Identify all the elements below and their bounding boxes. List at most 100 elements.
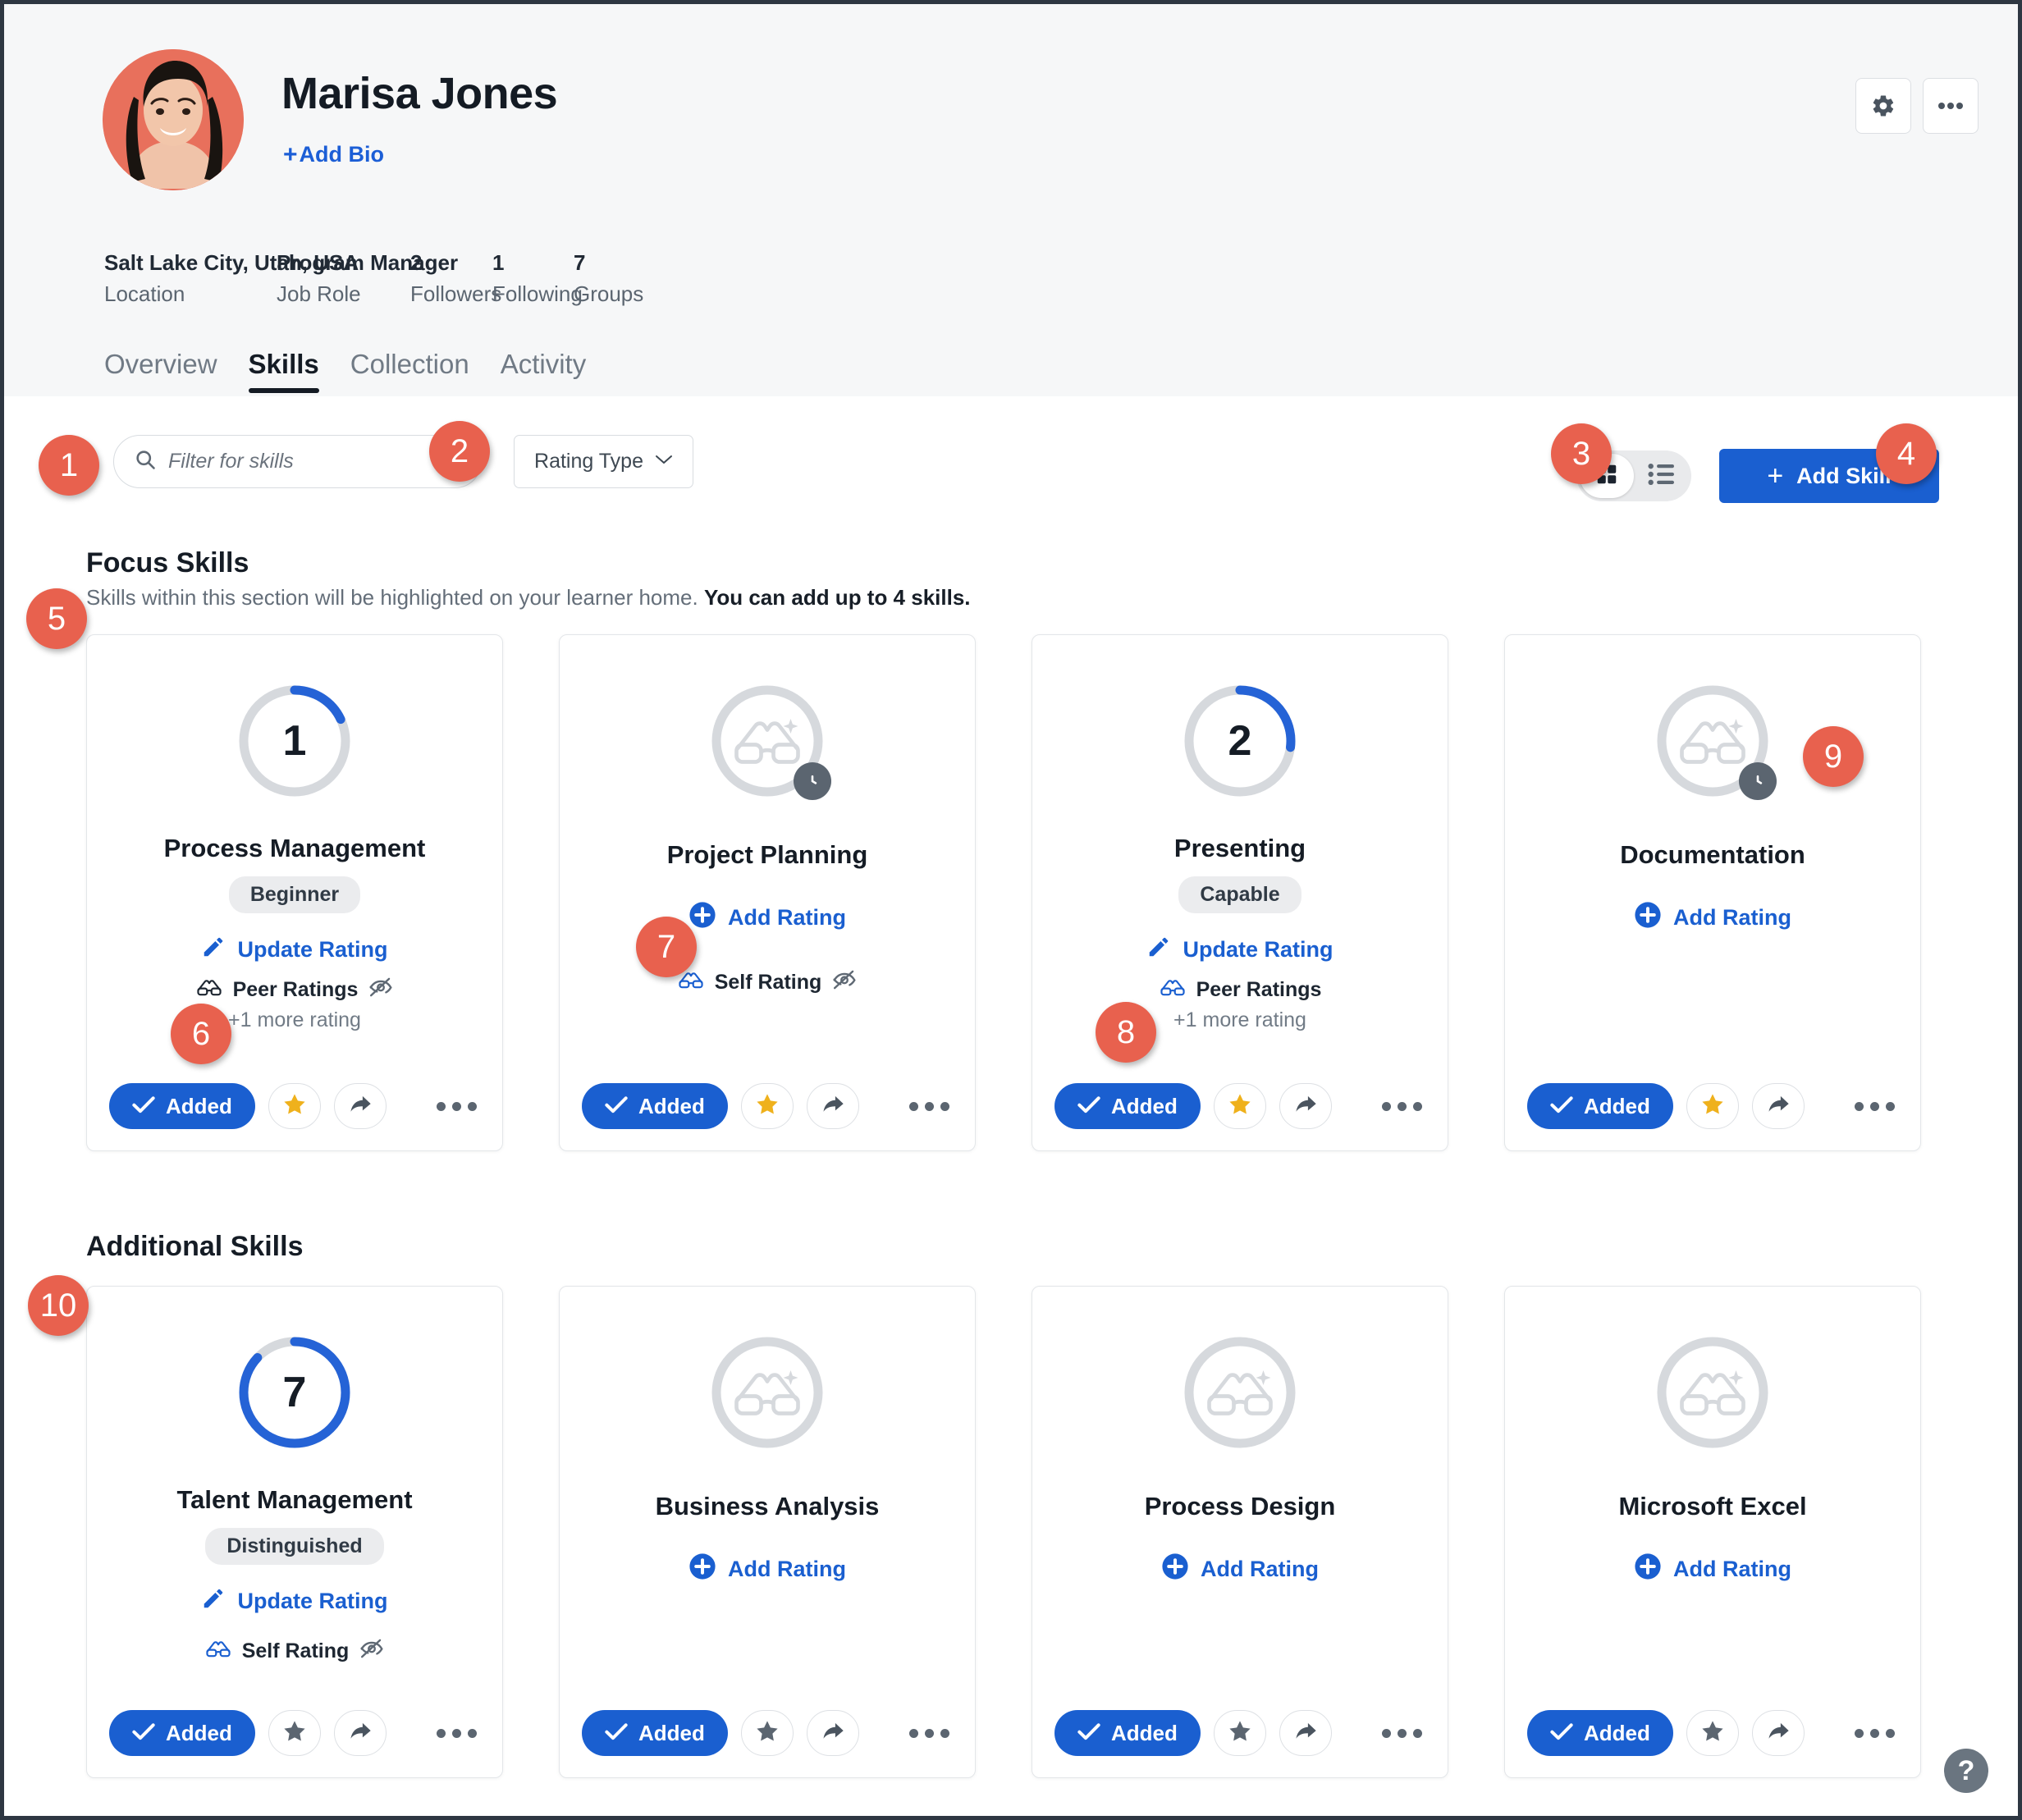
card-more-options-button[interactable] xyxy=(906,1094,953,1119)
eye-off-icon[interactable] xyxy=(359,1638,385,1665)
skill-rating-ring xyxy=(707,1332,828,1453)
skill-name: Presenting xyxy=(1173,834,1306,862)
added-label: Added xyxy=(638,1093,705,1118)
share-button[interactable] xyxy=(1279,1710,1332,1756)
skill-card-actions: Added xyxy=(1032,1710,1448,1756)
favorite-button[interactable] xyxy=(268,1083,321,1129)
tab-collection[interactable]: Collection xyxy=(350,349,469,393)
skill-rating-value: 7 xyxy=(282,1369,307,1416)
skill-rating-action[interactable]: Add Rating xyxy=(1634,901,1791,935)
eye-off-icon[interactable] xyxy=(831,969,858,996)
share-button[interactable] xyxy=(1751,1083,1805,1129)
skill-rating-source[interactable]: Peer Ratings xyxy=(195,976,395,1004)
share-button[interactable] xyxy=(333,1710,387,1756)
pencil-icon xyxy=(201,1586,226,1617)
focus-desc-normal: Skills within this section will be highl… xyxy=(86,585,704,610)
added-button[interactable]: Added xyxy=(109,1083,255,1129)
skill-card[interactable]: 2 Presenting Capable Update Rating Peer Rati… xyxy=(1032,634,1448,1151)
skill-rating-action[interactable]: Add Rating xyxy=(688,901,846,935)
stat-following[interactable]: 1 Following xyxy=(492,250,583,307)
favorite-button[interactable] xyxy=(740,1083,794,1129)
skill-card[interactable]: Business Analysis Add Rating Added xyxy=(559,1286,976,1778)
card-more-options-button[interactable] xyxy=(433,1721,480,1746)
chevron-down-icon xyxy=(655,454,673,469)
share-button[interactable] xyxy=(1279,1083,1332,1129)
added-button[interactable]: Added xyxy=(1054,1710,1201,1756)
skill-rating-source[interactable]: Peer Ratings xyxy=(1159,976,1321,1004)
added-button[interactable]: Added xyxy=(582,1710,728,1756)
favorite-button[interactable] xyxy=(268,1710,321,1756)
stat-label: Job Role xyxy=(277,281,361,306)
tab-skills[interactable]: Skills xyxy=(248,349,320,393)
more-options-button[interactable] xyxy=(1923,78,1979,134)
favorite-button[interactable] xyxy=(1686,1083,1739,1129)
ellipsis-dot xyxy=(1870,1728,1879,1738)
card-more-options-button[interactable] xyxy=(1851,1094,1898,1119)
skill-card[interactable]: Project Planning Add Rating Self Rating Add… xyxy=(559,634,976,1151)
card-more-options-button[interactable] xyxy=(1379,1721,1425,1746)
eye-off-icon[interactable] xyxy=(368,976,394,1004)
added-button[interactable]: Added xyxy=(1527,1083,1673,1129)
skill-rating-ring xyxy=(1652,680,1777,802)
skill-rating-action[interactable]: Add Rating xyxy=(688,1552,846,1586)
share-button[interactable] xyxy=(806,1083,859,1129)
share-button[interactable] xyxy=(806,1710,859,1756)
added-button[interactable]: Added xyxy=(582,1083,728,1129)
glasses-icon-dark xyxy=(195,976,223,1004)
help-button[interactable]: ? xyxy=(1944,1749,1988,1793)
settings-button[interactable] xyxy=(1855,78,1911,134)
skill-card[interactable]: Microsoft Excel Add Rating Added xyxy=(1504,1286,1921,1778)
card-more-options-button[interactable] xyxy=(433,1094,480,1119)
card-more-options-button[interactable] xyxy=(1379,1094,1425,1119)
stat-followers[interactable]: 2 Followers xyxy=(410,250,501,307)
skill-card[interactable]: Process Design Add Rating Added xyxy=(1032,1286,1448,1778)
pencil-icon xyxy=(201,935,226,965)
star-icon xyxy=(755,1719,780,1748)
skill-rating-action[interactable]: Update Rating xyxy=(201,1586,388,1617)
added-button[interactable]: Added xyxy=(1527,1710,1673,1756)
favorite-button[interactable] xyxy=(1213,1083,1266,1129)
stat-value: 2 xyxy=(410,250,423,275)
skill-rating-action[interactable]: Update Rating xyxy=(1146,935,1334,965)
skill-card[interactable]: 7 Talent Management Distinguished Update Ra… xyxy=(86,1286,503,1778)
skill-rating-action[interactable]: Add Rating xyxy=(1634,1552,1791,1586)
share-button[interactable] xyxy=(1751,1710,1805,1756)
focus-skills-description: Skills within this section will be highl… xyxy=(86,585,971,610)
favorite-button[interactable] xyxy=(740,1710,794,1756)
skill-name: Talent Management xyxy=(176,1485,413,1514)
card-more-options-button[interactable] xyxy=(1851,1721,1898,1746)
rating-type-dropdown[interactable]: Rating Type xyxy=(514,435,693,488)
skill-rating-source-label: Self Rating xyxy=(714,971,822,995)
tab-overview[interactable]: Overview xyxy=(104,349,217,393)
skill-rating-action[interactable]: Add Rating xyxy=(1161,1552,1319,1586)
share-icon xyxy=(348,1721,373,1746)
tab-activity[interactable]: Activity xyxy=(501,349,587,393)
search-icon xyxy=(134,448,157,475)
favorite-button[interactable] xyxy=(1686,1710,1739,1756)
skill-rating-ring xyxy=(1179,1332,1301,1453)
skill-rating-action-label: Add Rating xyxy=(1201,1557,1319,1582)
skill-name: Project Planning xyxy=(666,840,868,869)
plus-circle-icon xyxy=(1634,901,1662,935)
skill-rating-action-label: Add Rating xyxy=(1673,905,1791,931)
skill-rating-source[interactable]: Self Rating xyxy=(204,1638,386,1665)
added-button[interactable]: Added xyxy=(1054,1083,1201,1129)
favorite-button[interactable] xyxy=(1213,1710,1266,1756)
add-bio-link[interactable]: + Add Bio xyxy=(283,142,384,167)
skill-more-ratings: +1 more rating xyxy=(1173,1008,1306,1032)
skill-rating-source[interactable]: Self Rating xyxy=(677,969,858,996)
avatar[interactable] xyxy=(103,49,244,190)
skill-card[interactable]: Documentation Add Rating Added xyxy=(1504,634,1921,1151)
card-more-options-button[interactable] xyxy=(906,1721,953,1746)
skill-rating-action-label: Update Rating xyxy=(1183,937,1334,963)
skill-card[interactable]: 1 Process Management Beginner Update Rating… xyxy=(86,634,503,1151)
stat-groups[interactable]: 7 Groups xyxy=(574,250,643,307)
added-label: Added xyxy=(166,1093,232,1118)
list-view-button[interactable] xyxy=(1634,454,1688,498)
callout-badge-9: 9 xyxy=(1803,726,1864,787)
added-button[interactable]: Added xyxy=(109,1710,255,1756)
search-box[interactable] xyxy=(113,435,482,488)
skill-rating-action[interactable]: Update Rating xyxy=(201,935,388,965)
share-button[interactable] xyxy=(333,1083,387,1129)
search-input[interactable] xyxy=(168,450,461,473)
